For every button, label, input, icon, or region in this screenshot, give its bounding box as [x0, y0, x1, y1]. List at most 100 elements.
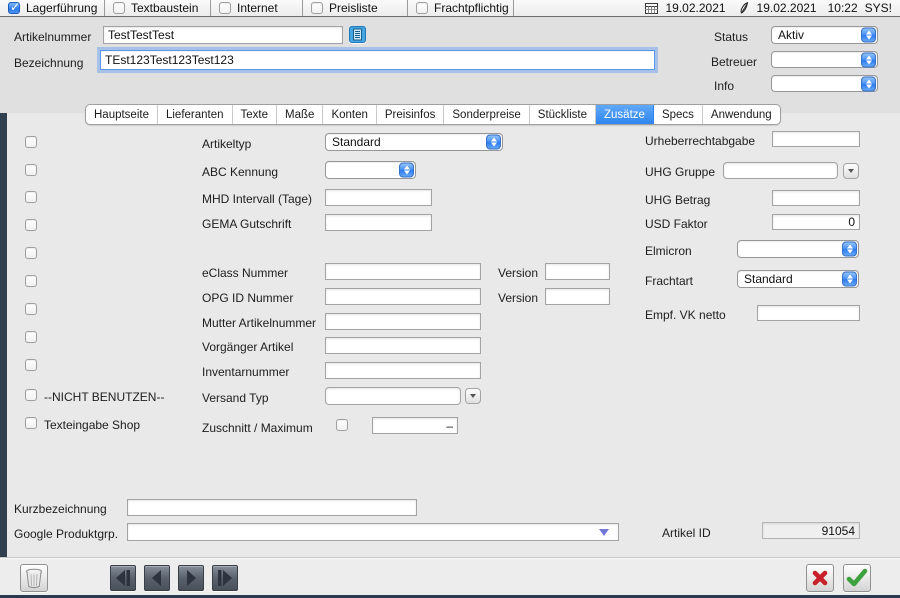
mutter-artikelnummer-input[interactable] — [325, 313, 481, 330]
bezeichnung-label: Bezeichnung — [14, 56, 83, 70]
tab-masse[interactable]: Maße — [277, 105, 323, 124]
kurzbezeichnung-input[interactable] — [127, 499, 417, 516]
option-frachtpflichtig[interactable]: Frachtpflichtig — [408, 0, 514, 16]
kurzbezeichnung-label: Kurzbezeichnung — [14, 502, 107, 516]
opg-version-input[interactable] — [545, 288, 610, 305]
empf-vk-netto-input[interactable] — [757, 305, 860, 321]
textbaustein-label: Textbaustein — [131, 1, 198, 15]
row-checkbox-5[interactable] — [25, 247, 37, 259]
last-record-button[interactable] — [212, 565, 238, 591]
option-textbaustein[interactable]: Textbaustein — [105, 0, 211, 16]
gema-gutschrift-input[interactable] — [325, 214, 432, 231]
confirm-button[interactable] — [843, 564, 871, 592]
eclass-version-input[interactable] — [545, 263, 610, 280]
first-record-button[interactable] — [110, 565, 136, 591]
preisliste-checkbox[interactable] — [311, 2, 323, 14]
usd-faktor-label: USD Faktor — [645, 217, 708, 231]
row-checkbox-1[interactable] — [25, 136, 37, 148]
created-date: 19.02.2021 — [665, 1, 725, 15]
usd-faktor-input[interactable] — [772, 214, 860, 230]
pencil-icon — [739, 2, 750, 14]
confirm-check-icon — [845, 567, 869, 589]
mhd-intervall-label: MHD Intervall (Tage) — [202, 192, 312, 206]
frachtart-select[interactable]: Standard — [737, 270, 859, 288]
option-preisliste[interactable]: Preisliste — [303, 0, 408, 16]
row-checkbox-6[interactable] — [25, 275, 37, 287]
nicht-benutzen-checkbox[interactable] — [25, 389, 37, 401]
mutter-artikelnummer-label: Mutter Artikelnummer — [202, 316, 316, 330]
inventarnummer-label: Inventarnummer — [202, 365, 289, 379]
bezeichnung-input[interactable] — [100, 50, 655, 70]
frachtart-value: Standard — [744, 272, 858, 286]
vorgaenger-artikel-input[interactable] — [325, 337, 481, 354]
tab-sonderpreise[interactable]: Sonderpreise — [444, 105, 529, 124]
tab-texte[interactable]: Texte — [233, 105, 278, 124]
opg-id-input[interactable] — [325, 288, 481, 305]
urheberrechtabgabe-input[interactable] — [772, 131, 860, 147]
cancel-x-icon — [809, 567, 831, 589]
betreuer-label: Betreuer — [711, 55, 757, 69]
google-produktgrp-input[interactable] — [127, 523, 619, 541]
artikelnummer-input[interactable] — [103, 26, 343, 44]
uhg-gruppe-input[interactable] — [723, 162, 838, 179]
header-form: Artikelnummer Bezeichnung Status Aktiv B… — [0, 17, 900, 114]
row-checkbox-4[interactable] — [25, 219, 37, 231]
zuschnitt-checkbox[interactable] — [336, 419, 348, 431]
google-produktgrp-dropdown-icon[interactable] — [599, 529, 609, 536]
tab-preisinfos[interactable]: Preisinfos — [377, 105, 445, 124]
eclass-nummer-input[interactable] — [325, 263, 481, 280]
frachtpflichtig-checkbox[interactable] — [416, 2, 428, 14]
row-checkbox-3[interactable] — [25, 191, 37, 203]
row-checkbox-8[interactable] — [25, 331, 37, 343]
last-record-icon — [214, 568, 236, 588]
inventarnummer-input[interactable] — [325, 362, 481, 379]
versand-typ-dropdown-button[interactable] — [465, 388, 481, 404]
betreuer-select[interactable] — [771, 51, 878, 68]
row-checkbox-7[interactable] — [25, 303, 37, 315]
option-internet[interactable]: Internet — [211, 0, 303, 16]
tab-zusaetze[interactable]: Zusätze — [596, 105, 654, 124]
next-record-button[interactable] — [178, 565, 204, 591]
opg-id-label: OPG ID Nummer — [202, 291, 293, 305]
stepper-icon — [399, 163, 414, 178]
tab-anwendung[interactable]: Anwendung — [703, 105, 780, 124]
clipboard-icon — [351, 28, 364, 41]
row-checkbox-9[interactable] — [25, 359, 37, 371]
tab-konten[interactable]: Konten — [323, 105, 376, 124]
elmicron-label: Elmicron — [645, 244, 692, 258]
mhd-intervall-input[interactable] — [325, 189, 432, 206]
lagerfuehrung-label: Lagerführung — [26, 1, 97, 15]
delete-record-button[interactable] — [20, 564, 48, 592]
elmicron-select[interactable] — [737, 240, 859, 258]
artikeltyp-value: Standard — [332, 135, 502, 149]
tab-specs[interactable]: Specs — [654, 105, 703, 124]
uhg-gruppe-dropdown-button[interactable] — [843, 163, 859, 179]
tab-lieferanten[interactable]: Lieferanten — [158, 105, 233, 124]
textbaustein-checkbox[interactable] — [113, 2, 125, 14]
lagerfuehrung-checkbox[interactable] — [8, 2, 20, 14]
row-checkbox-2[interactable] — [25, 164, 37, 176]
user-text: SYS! — [865, 1, 892, 15]
info-select[interactable] — [771, 75, 878, 92]
modified-date: 19.02.2021 — [757, 1, 817, 15]
artikelnummer-clipboard-button[interactable] — [349, 26, 366, 43]
versand-typ-label: Versand Typ — [202, 391, 269, 405]
tab-hauptseite[interactable]: Hauptseite — [86, 105, 158, 124]
app-window: Lagerführung Textbaustein Internet Preis… — [0, 0, 900, 598]
next-record-icon — [180, 568, 202, 588]
option-lagerfuehrung[interactable]: Lagerführung — [0, 0, 105, 16]
top-option-bar: Lagerführung Textbaustein Internet Preis… — [0, 0, 900, 17]
previous-record-button[interactable] — [144, 565, 170, 591]
versand-typ-input[interactable] — [325, 387, 461, 405]
texteingabe-shop-checkbox[interactable] — [25, 417, 37, 429]
tab-stueckliste[interactable]: Stückliste — [530, 105, 596, 124]
zuschnitt-input[interactable] — [372, 417, 458, 434]
artikeltyp-select[interactable]: Standard — [325, 133, 503, 151]
uhg-betrag-input[interactable] — [772, 190, 860, 206]
abc-kennung-select[interactable] — [325, 161, 416, 179]
cancel-button[interactable] — [806, 564, 834, 592]
status-select[interactable]: Aktiv — [771, 26, 878, 44]
stepper-icon — [486, 135, 501, 150]
google-produktgrp-label: Google Produktgrp. — [14, 527, 118, 541]
internet-checkbox[interactable] — [219, 2, 231, 14]
